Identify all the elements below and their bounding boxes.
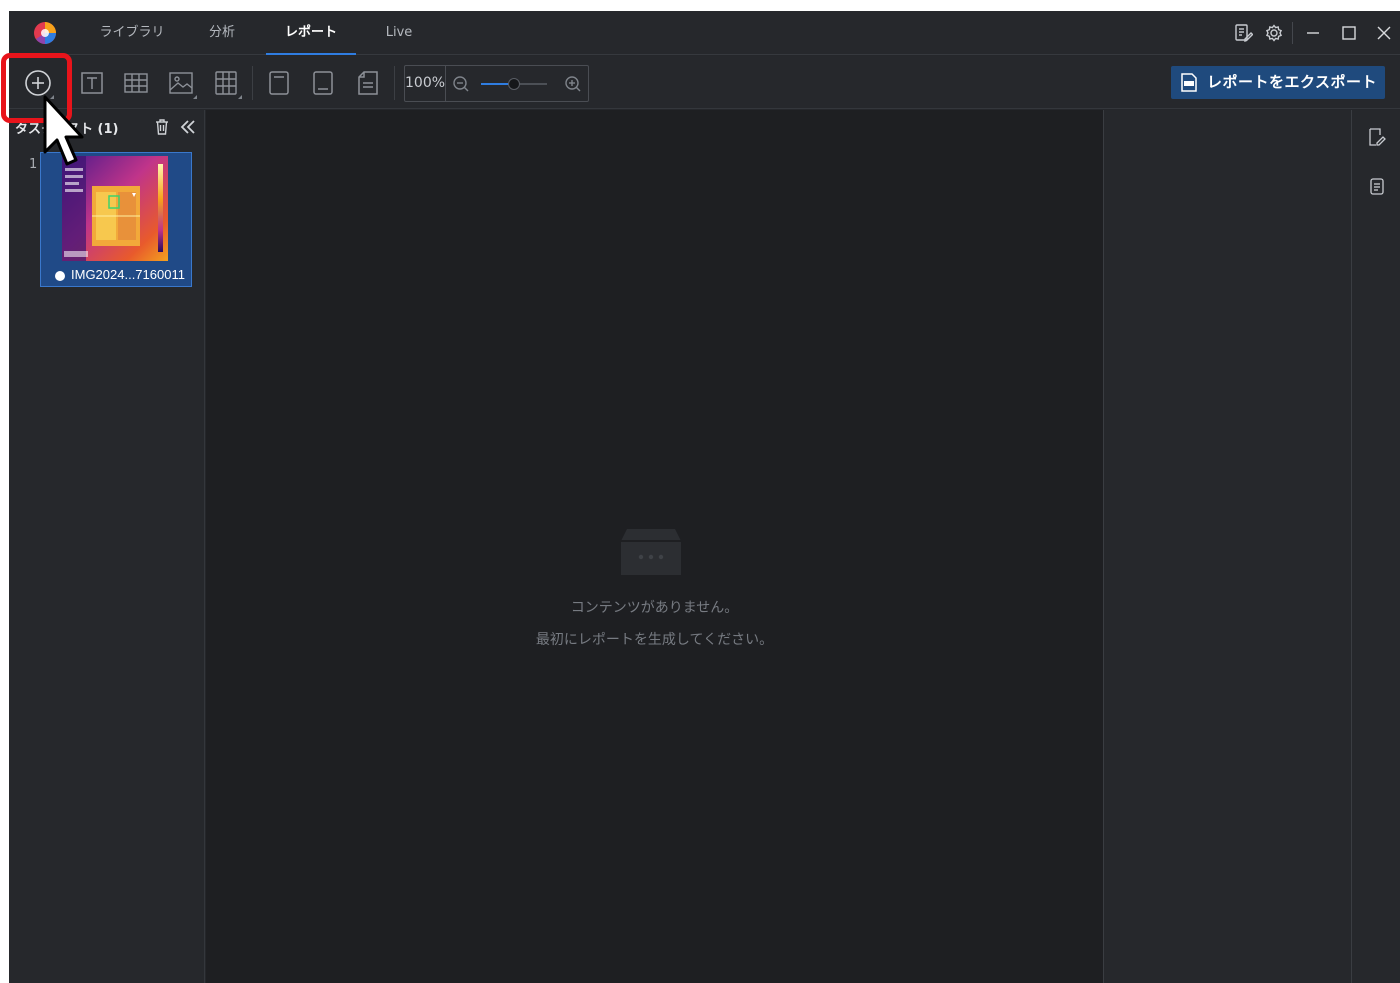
layout-grid-icon: [215, 71, 237, 95]
empty-box-icon: [621, 529, 681, 575]
tab-report[interactable]: レポート: [266, 11, 356, 55]
export-report-label: レポートをエクスポート: [1207, 73, 1378, 91]
app-logo-icon: [34, 22, 56, 44]
list-item-index: 1: [29, 157, 38, 172]
empty-message: コンテンツがありません。: [570, 600, 739, 616]
report-window: ライブラリ 分析 レポート Live 100% レポートをエクスポート タスクリ…: [9, 11, 1400, 983]
page-button[interactable]: [354, 69, 382, 97]
zoom-value[interactable]: 100%: [405, 66, 446, 101]
toolbar-separator: [252, 66, 253, 100]
delete-icon[interactable]: [155, 119, 169, 135]
text-icon: [81, 72, 103, 94]
zoom-control: 100%: [404, 65, 589, 102]
dropdown-corner-icon: [50, 95, 54, 99]
edit-page-icon[interactable]: [1367, 127, 1387, 147]
minimize-icon[interactable]: [1303, 23, 1323, 43]
dropdown-corner-icon: [193, 95, 197, 99]
double-chevron-left-icon[interactable]: [180, 119, 196, 135]
close-icon[interactable]: [1374, 23, 1394, 43]
tab-library[interactable]: ライブラリ: [99, 11, 165, 55]
task-list-panel: タスクリスト (1) 1 IMG2024...7160011: [9, 110, 205, 983]
page-footer-button[interactable]: [309, 69, 337, 97]
title-separator: [1292, 22, 1293, 44]
maximize-icon[interactable]: [1339, 23, 1359, 43]
selection-radio[interactable]: [55, 271, 65, 281]
insert-text-button[interactable]: [78, 69, 106, 97]
zoom-slider[interactable]: [481, 78, 547, 90]
zoom-out-icon[interactable]: [452, 75, 470, 93]
page-header-button[interactable]: [265, 69, 293, 97]
document-icon[interactable]: [1367, 176, 1387, 196]
tab-live[interactable]: Live: [381, 11, 417, 55]
page-footer-icon: [313, 71, 333, 95]
layout-grid-button[interactable]: [212, 69, 242, 99]
insert-image-button[interactable]: [167, 69, 197, 99]
list-item-name: IMG2024...7160011: [71, 267, 185, 282]
title-bar: ライブラリ 分析 レポート Live: [9, 11, 1400, 55]
toolbar-separator: [394, 66, 395, 100]
thermal-image-thumbnail: [62, 156, 168, 261]
right-side-rail: [1351, 110, 1400, 983]
insert-table-button[interactable]: [122, 69, 150, 97]
page-icon: [358, 71, 378, 95]
empty-hint: 最初にレポートを生成してください。: [535, 632, 774, 648]
image-icon: [169, 72, 193, 94]
report-edit-icon[interactable]: [1233, 23, 1253, 43]
pdf-file-icon: [1181, 73, 1197, 92]
report-canvas: コンテンツがありません。 最初にレポートを生成してください。: [206, 110, 1103, 983]
list-item[interactable]: IMG2024...7160011: [40, 152, 192, 287]
zoom-in-icon[interactable]: [564, 75, 582, 93]
add-button[interactable]: [24, 69, 54, 99]
page-header-icon: [269, 71, 289, 95]
export-report-button[interactable]: レポートをエクスポート: [1171, 66, 1385, 99]
dropdown-corner-icon: [238, 95, 242, 99]
properties-panel: [1103, 110, 1351, 983]
tab-analysis[interactable]: 分析: [202, 11, 242, 55]
toolbar: 100% レポートをエクスポート: [9, 56, 1400, 109]
table-icon: [124, 73, 148, 93]
task-list-title: タスクリスト (1): [15, 122, 119, 137]
zoom-slider-thumb[interactable]: [508, 78, 520, 90]
add-icon: [25, 70, 51, 96]
settings-icon[interactable]: [1264, 23, 1284, 43]
